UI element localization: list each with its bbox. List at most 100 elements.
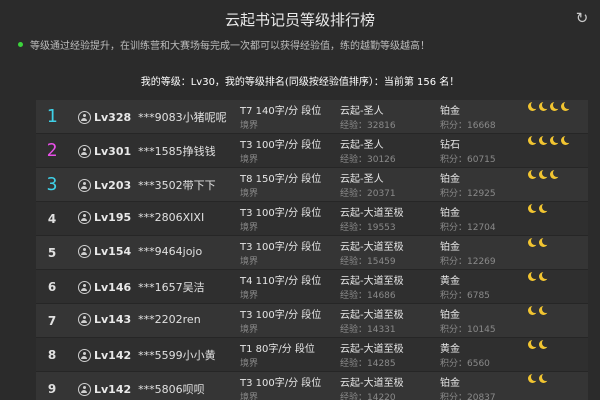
refresh-icon[interactable]: ↻: [574, 10, 590, 26]
moon-icon: [528, 170, 537, 179]
moon-icon: [539, 340, 548, 349]
rank-number: 4: [47, 212, 57, 226]
user-icon: [78, 382, 91, 396]
realm-label: 境界: [240, 359, 259, 369]
user-icon: [78, 245, 91, 258]
experience-value: 经验：14686: [340, 291, 396, 301]
user-name[interactable]: ***5599小小黄: [138, 347, 216, 363]
rank-title: 云起-大道至极: [340, 310, 404, 321]
user-level: Lv203: [94, 178, 132, 192]
experience-value: 经验：20371: [340, 189, 396, 199]
moon-rating: [528, 374, 548, 383]
user-level: Lv142: [94, 348, 132, 362]
experience-value: 经验：30126: [340, 155, 396, 165]
user-level: Lv154: [94, 245, 132, 258]
user-info[interactable]: Lv142 ***5806呗呗: [78, 381, 205, 397]
user-icon: [78, 211, 91, 224]
user-name[interactable]: ***2202ren: [138, 313, 201, 326]
moon-icon: [550, 170, 559, 179]
typing-speed: T3 100字/分 段位: [240, 208, 322, 219]
page-title: 云起书记员等级排行榜: [224, 11, 375, 29]
moon-rating: [528, 170, 559, 179]
typing-speed: T3 100字/分 段位: [240, 242, 322, 253]
moon-icon: [528, 272, 537, 281]
rank-title: 云起-圣人: [340, 174, 384, 185]
realm-label: 境界: [240, 325, 259, 335]
rank-title: 云起-圣人: [340, 106, 384, 117]
tier-badge: 黄金: [440, 344, 460, 355]
leaderboard-row[interactable]: 3 Lv203 ***3502带下下 T8 150字/分 段位 境界 云起-圣人 经验：20…: [36, 168, 588, 202]
tier-badge: 铂金: [440, 174, 460, 185]
user-name[interactable]: ***3502带下下: [138, 177, 216, 193]
points-value: 积分：12925: [440, 189, 496, 199]
user-name[interactable]: ***5806呗呗: [138, 381, 205, 397]
leaderboard-row[interactable]: 6 Lv146 ***1657吴洁 T4 110字/分 段位 境界 云起-大道至极 经验：1…: [36, 270, 588, 304]
moon-icon: [539, 272, 548, 281]
user-icon: [78, 178, 91, 192]
leaderboard-row[interactable]: 1 Lv328 ***9083小猪呢呢 T7 140字/分 段位 境界 云起-圣人 经验：3…: [36, 100, 588, 134]
leaderboard-row[interactable]: 7 Lv143 ***2202ren T3 100字/分 段位 境界 云起-大道至极 经验：…: [36, 304, 588, 338]
realm-label: 境界: [240, 393, 259, 400]
leaderboard-row[interactable]: 2 Lv301 ***1585挣钱钱 T3 100字/分 段位 境界 云起-圣人 经验：30…: [36, 134, 588, 168]
tier-badge: 钻石: [440, 140, 460, 151]
realm-label: 境界: [240, 257, 259, 267]
tier-badge: 铂金: [440, 106, 460, 117]
typing-speed: T4 110字/分 段位: [240, 276, 322, 287]
user-name[interactable]: ***2806XIXI: [138, 211, 204, 224]
tier-badge: 铂金: [440, 378, 460, 389]
user-name[interactable]: ***9464jojo: [138, 245, 202, 258]
realm-label: 境界: [240, 155, 259, 165]
user-name[interactable]: ***9083小猪呢呢: [138, 109, 227, 125]
realm-label: 境界: [240, 189, 259, 199]
moon-rating: [528, 102, 570, 111]
user-info[interactable]: Lv195 ***2806XIXI: [78, 211, 204, 224]
tier-badge: 铂金: [440, 242, 460, 253]
leaderboard-row[interactable]: 4 Lv195 ***2806XIXI T3 100字/分 段位 境界 云起-大道至极 经验…: [36, 202, 588, 236]
user-info[interactable]: Lv146 ***1657吴洁: [78, 279, 205, 295]
my-rank-text: 我的等级：Lv30，我的等级排名(同级按经验值排序）：当前第 156 名！: [140, 77, 460, 88]
experience-value: 经验：14285: [340, 359, 396, 369]
rank-title: 云起-大道至极: [340, 276, 404, 287]
rank-number: 2: [46, 140, 58, 161]
points-value: 积分：60715: [440, 155, 496, 165]
rank-title: 云起-大道至极: [340, 344, 404, 355]
user-name[interactable]: ***1585挣钱钱: [138, 143, 216, 159]
leaderboard-row[interactable]: 9 Lv142 ***5806呗呗 T3 100字/分 段位 境界 云起-大道至极 经验：1…: [36, 372, 588, 400]
typing-speed: T7 140字/分 段位: [240, 106, 322, 117]
moon-icon: [561, 102, 570, 111]
user-level: Lv195: [94, 211, 132, 224]
moon-rating: [528, 238, 548, 247]
leaderboard-row[interactable]: 8 Lv142 ***5599小小黄 T1 80字/分 段位 境界 云起-大道至极 经验：1…: [36, 338, 588, 372]
leaderboard-list: 1 Lv328 ***9083小猪呢呢 T7 140字/分 段位 境界 云起-圣人 经验：3…: [36, 100, 588, 400]
user-info[interactable]: Lv142 ***5599小小黄: [78, 347, 216, 363]
moon-icon: [528, 306, 537, 315]
rank-title: 云起-圣人: [340, 140, 384, 151]
rank-number: 9: [47, 382, 57, 396]
rank-number: 3: [46, 174, 58, 195]
realm-label: 境界: [240, 223, 259, 233]
experience-value: 经验：15459: [340, 257, 396, 267]
user-name[interactable]: ***1657吴洁: [138, 279, 205, 295]
typing-speed: T3 100字/分 段位: [240, 310, 322, 321]
leaderboard-row[interactable]: 5 Lv154 ***9464jojo T3 100字/分 段位 境界 云起-大道至极 经验…: [36, 236, 588, 270]
user-icon: [78, 144, 91, 158]
user-info[interactable]: Lv203 ***3502带下下: [78, 177, 216, 193]
realm-label: 境界: [240, 121, 259, 131]
user-level: Lv142: [94, 382, 132, 396]
moon-icon: [550, 102, 559, 111]
points-value: 积分：20837: [440, 393, 496, 400]
tier-badge: 黄金: [440, 276, 460, 287]
user-info[interactable]: Lv154 ***9464jojo: [78, 245, 202, 258]
user-icon: [78, 280, 91, 294]
user-info[interactable]: Lv301 ***1585挣钱钱: [78, 143, 216, 159]
tier-badge: 铂金: [440, 310, 460, 321]
experience-value: 经验：14331: [340, 325, 396, 335]
points-value: 积分：10145: [440, 325, 496, 335]
user-level: Lv143: [94, 313, 132, 326]
rank-number: 8: [47, 348, 57, 362]
user-level: Lv146: [94, 280, 132, 294]
points-value: 积分：12704: [440, 223, 496, 233]
user-info[interactable]: Lv143 ***2202ren: [78, 313, 201, 326]
user-info[interactable]: Lv328 ***9083小猪呢呢: [78, 109, 227, 125]
moon-icon: [528, 136, 537, 145]
